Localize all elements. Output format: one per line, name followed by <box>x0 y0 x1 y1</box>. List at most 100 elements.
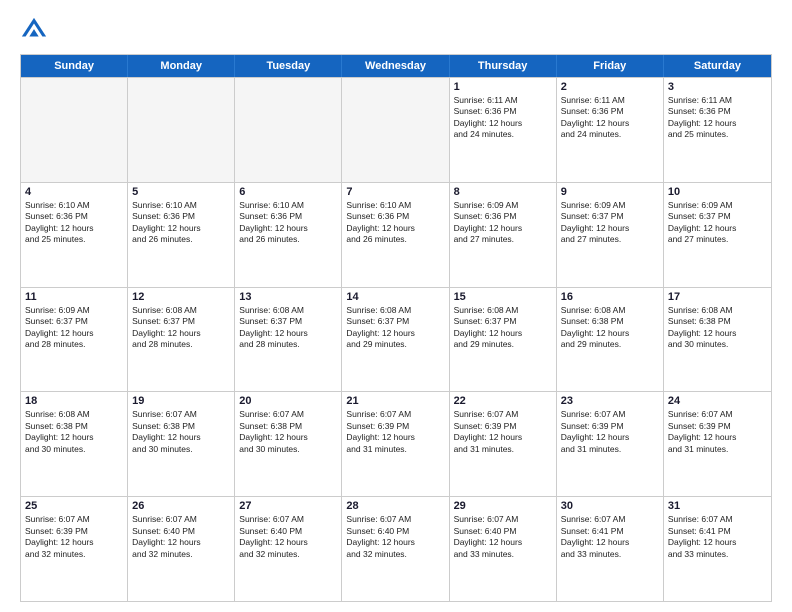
calendar-body: 1 Sunrise: 6:11 AM Sunset: 6:36 PM Daylig… <box>21 77 771 601</box>
day-number: 21 <box>346 395 444 407</box>
cell-info: Sunrise: 6:11 AM Sunset: 6:36 PM Dayligh… <box>668 95 767 141</box>
calendar-cell: 18 Sunrise: 6:08 AM Sunset: 6:38 PM Dayli… <box>21 392 128 496</box>
calendar-cell: 5 Sunrise: 6:10 AM Sunset: 6:36 PM Daylig… <box>128 183 235 287</box>
calendar-cell: 2 Sunrise: 6:11 AM Sunset: 6:36 PM Daylig… <box>557 78 664 182</box>
calendar-cell: 12Sunrise: 6:08 AM Sunset: 6:37 PM Dayli… <box>128 288 235 392</box>
cell-info: Sunrise: 6:11 AM Sunset: 6:36 PM Dayligh… <box>561 95 659 141</box>
weekday-header-thursday: Thursday <box>450 55 557 77</box>
weekday-header-sunday: Sunday <box>21 55 128 77</box>
calendar-row-4: 25 Sunrise: 6:07 AM Sunset: 6:39 PM Dayli… <box>21 496 771 601</box>
day-number: 15 <box>454 291 552 303</box>
calendar-header: SundayMondayTuesdayWednesdayThursdayFrid… <box>21 55 771 77</box>
cell-info: Sunrise: 6:07 AM Sunset: 6:39 PM Dayligh… <box>454 409 552 455</box>
calendar-cell <box>235 78 342 182</box>
day-number: 3 <box>668 81 767 93</box>
calendar-cell: 13 Sunrise: 6:08 AM Sunset: 6:37 PM Dayli… <box>235 288 342 392</box>
cell-info: Sunrise: 6:08 AM Sunset: 6:37 PM Dayligh… <box>239 305 337 351</box>
logo-icon <box>20 16 48 44</box>
calendar-cell: 7 Sunrise: 6:10 AM Sunset: 6:36 PM Daylig… <box>342 183 449 287</box>
cell-info: Sunrise: 6:10 AM Sunset: 6:36 PM Dayligh… <box>132 200 230 246</box>
calendar-row-1: 4 Sunrise: 6:10 AM Sunset: 6:36 PM Daylig… <box>21 182 771 287</box>
calendar-cell: 8Sunrise: 6:09 AM Sunset: 6:36 PM Daylig… <box>450 183 557 287</box>
calendar-cell <box>342 78 449 182</box>
calendar-cell: 30Sunrise: 6:07 AM Sunset: 6:41 PM Dayli… <box>557 497 664 601</box>
calendar-cell: 15 Sunrise: 6:08 AM Sunset: 6:37 PM Dayli… <box>450 288 557 392</box>
calendar-cell: 24Sunrise: 6:07 AM Sunset: 6:39 PM Dayli… <box>664 392 771 496</box>
day-number: 13 <box>239 291 337 303</box>
logo <box>20 16 52 44</box>
cell-info: Sunrise: 6:10 AM Sunset: 6:36 PM Dayligh… <box>239 200 337 246</box>
cell-info: Sunrise: 6:08 AM Sunset: 6:37 PM Dayligh… <box>454 305 552 351</box>
calendar: SundayMondayTuesdayWednesdayThursdayFrid… <box>20 54 772 602</box>
cell-info: Sunrise: 6:07 AM Sunset: 6:40 PM Dayligh… <box>346 514 444 560</box>
day-number: 24 <box>668 395 767 407</box>
calendar-cell: 10 Sunrise: 6:09 AM Sunset: 6:37 PM Dayli… <box>664 183 771 287</box>
calendar-cell <box>21 78 128 182</box>
day-number: 2 <box>561 81 659 93</box>
calendar-row-2: 11 Sunrise: 6:09 AM Sunset: 6:37 PM Dayli… <box>21 287 771 392</box>
calendar-cell: 19 Sunrise: 6:07 AM Sunset: 6:38 PM Dayli… <box>128 392 235 496</box>
calendar-cell: 22 Sunrise: 6:07 AM Sunset: 6:39 PM Dayli… <box>450 392 557 496</box>
cell-info: Sunrise: 6:09 AM Sunset: 6:37 PM Dayligh… <box>561 200 659 246</box>
cell-info: Sunrise: 6:07 AM Sunset: 6:39 PM Dayligh… <box>561 409 659 455</box>
calendar-cell: 1 Sunrise: 6:11 AM Sunset: 6:36 PM Daylig… <box>450 78 557 182</box>
day-number: 25 <box>25 500 123 512</box>
day-number: 14 <box>346 291 444 303</box>
calendar-cell <box>128 78 235 182</box>
cell-info: Sunrise: 6:08 AM Sunset: 6:37 PM Dayligh… <box>346 305 444 351</box>
calendar-cell: 21 Sunrise: 6:07 AM Sunset: 6:39 PM Dayli… <box>342 392 449 496</box>
day-number: 11 <box>25 291 123 303</box>
day-number: 26 <box>132 500 230 512</box>
calendar-cell: 4 Sunrise: 6:10 AM Sunset: 6:36 PM Daylig… <box>21 183 128 287</box>
day-number: 23 <box>561 395 659 407</box>
calendar-cell: 31 Sunrise: 6:07 AM Sunset: 6:41 PM Dayli… <box>664 497 771 601</box>
cell-info: Sunrise: 6:07 AM Sunset: 6:39 PM Dayligh… <box>346 409 444 455</box>
cell-info: Sunrise: 6:09 AM Sunset: 6:37 PM Dayligh… <box>25 305 123 351</box>
calendar-cell: 20Sunrise: 6:07 AM Sunset: 6:38 PM Dayli… <box>235 392 342 496</box>
day-number: 17 <box>668 291 767 303</box>
weekday-header-monday: Monday <box>128 55 235 77</box>
calendar-cell: 28 Sunrise: 6:07 AM Sunset: 6:40 PM Dayli… <box>342 497 449 601</box>
day-number: 16 <box>561 291 659 303</box>
day-number: 18 <box>25 395 123 407</box>
cell-info: Sunrise: 6:07 AM Sunset: 6:40 PM Dayligh… <box>454 514 552 560</box>
calendar-row-0: 1 Sunrise: 6:11 AM Sunset: 6:36 PM Daylig… <box>21 77 771 182</box>
cell-info: Sunrise: 6:10 AM Sunset: 6:36 PM Dayligh… <box>346 200 444 246</box>
calendar-cell: 17 Sunrise: 6:08 AM Sunset: 6:38 PM Dayli… <box>664 288 771 392</box>
cell-info: Sunrise: 6:09 AM Sunset: 6:36 PM Dayligh… <box>454 200 552 246</box>
day-number: 28 <box>346 500 444 512</box>
cell-info: Sunrise: 6:07 AM Sunset: 6:40 PM Dayligh… <box>239 514 337 560</box>
day-number: 29 <box>454 500 552 512</box>
cell-info: Sunrise: 6:07 AM Sunset: 6:40 PM Dayligh… <box>132 514 230 560</box>
weekday-header-saturday: Saturday <box>664 55 771 77</box>
day-number: 22 <box>454 395 552 407</box>
calendar-row-3: 18 Sunrise: 6:08 AM Sunset: 6:38 PM Dayli… <box>21 391 771 496</box>
calendar-cell: 9Sunrise: 6:09 AM Sunset: 6:37 PM Daylig… <box>557 183 664 287</box>
day-number: 27 <box>239 500 337 512</box>
day-number: 19 <box>132 395 230 407</box>
day-number: 20 <box>239 395 337 407</box>
cell-info: Sunrise: 6:08 AM Sunset: 6:38 PM Dayligh… <box>668 305 767 351</box>
calendar-cell: 6 Sunrise: 6:10 AM Sunset: 6:36 PM Daylig… <box>235 183 342 287</box>
cell-info: Sunrise: 6:10 AM Sunset: 6:36 PM Dayligh… <box>25 200 123 246</box>
cell-info: Sunrise: 6:08 AM Sunset: 6:38 PM Dayligh… <box>25 409 123 455</box>
day-number: 10 <box>668 186 767 198</box>
calendar-cell: 23 Sunrise: 6:07 AM Sunset: 6:39 PM Dayli… <box>557 392 664 496</box>
calendar-cell: 14 Sunrise: 6:08 AM Sunset: 6:37 PM Dayli… <box>342 288 449 392</box>
day-number: 12 <box>132 291 230 303</box>
cell-info: Sunrise: 6:07 AM Sunset: 6:38 PM Dayligh… <box>132 409 230 455</box>
cell-info: Sunrise: 6:11 AM Sunset: 6:36 PM Dayligh… <box>454 95 552 141</box>
calendar-cell: 16Sunrise: 6:08 AM Sunset: 6:38 PM Dayli… <box>557 288 664 392</box>
calendar-cell: 29 Sunrise: 6:07 AM Sunset: 6:40 PM Dayli… <box>450 497 557 601</box>
day-number: 7 <box>346 186 444 198</box>
cell-info: Sunrise: 6:07 AM Sunset: 6:39 PM Dayligh… <box>25 514 123 560</box>
calendar-cell: 26 Sunrise: 6:07 AM Sunset: 6:40 PM Dayli… <box>128 497 235 601</box>
cell-info: Sunrise: 6:07 AM Sunset: 6:41 PM Dayligh… <box>668 514 767 560</box>
cell-info: Sunrise: 6:09 AM Sunset: 6:37 PM Dayligh… <box>668 200 767 246</box>
day-number: 1 <box>454 81 552 93</box>
day-number: 31 <box>668 500 767 512</box>
day-number: 5 <box>132 186 230 198</box>
day-number: 4 <box>25 186 123 198</box>
day-number: 6 <box>239 186 337 198</box>
calendar-cell: 27 Sunrise: 6:07 AM Sunset: 6:40 PM Dayli… <box>235 497 342 601</box>
